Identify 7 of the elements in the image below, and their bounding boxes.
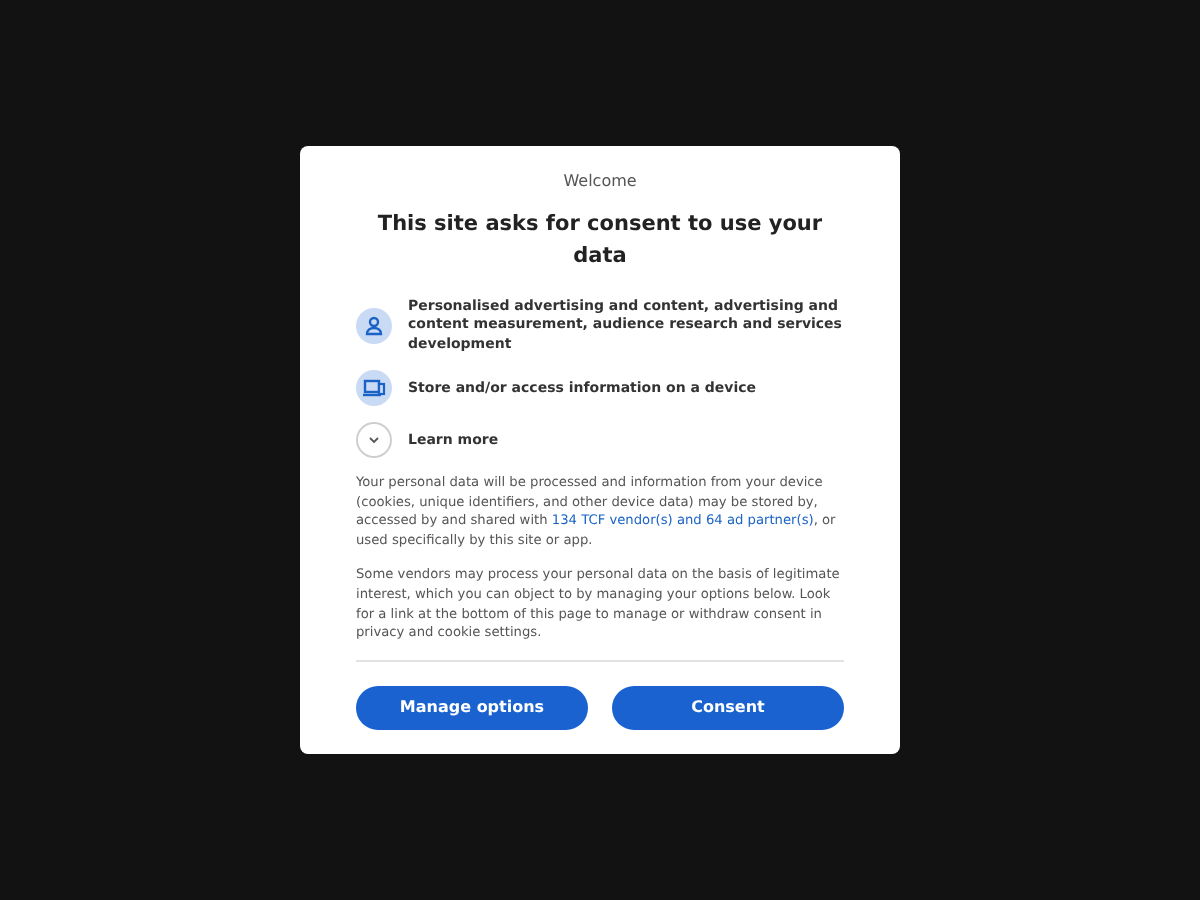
chevron-icon [356, 422, 392, 459]
manage-options-button[interactable]: Manage options [356, 685, 588, 730]
dialog-eyebrow: Welcome [561, 170, 639, 195]
person-icon [356, 308, 392, 345]
dialog-title: This site asks for consent to use your data [375, 210, 825, 273]
device-icon [356, 370, 392, 407]
consent-button[interactable]: Consent [612, 685, 844, 730]
